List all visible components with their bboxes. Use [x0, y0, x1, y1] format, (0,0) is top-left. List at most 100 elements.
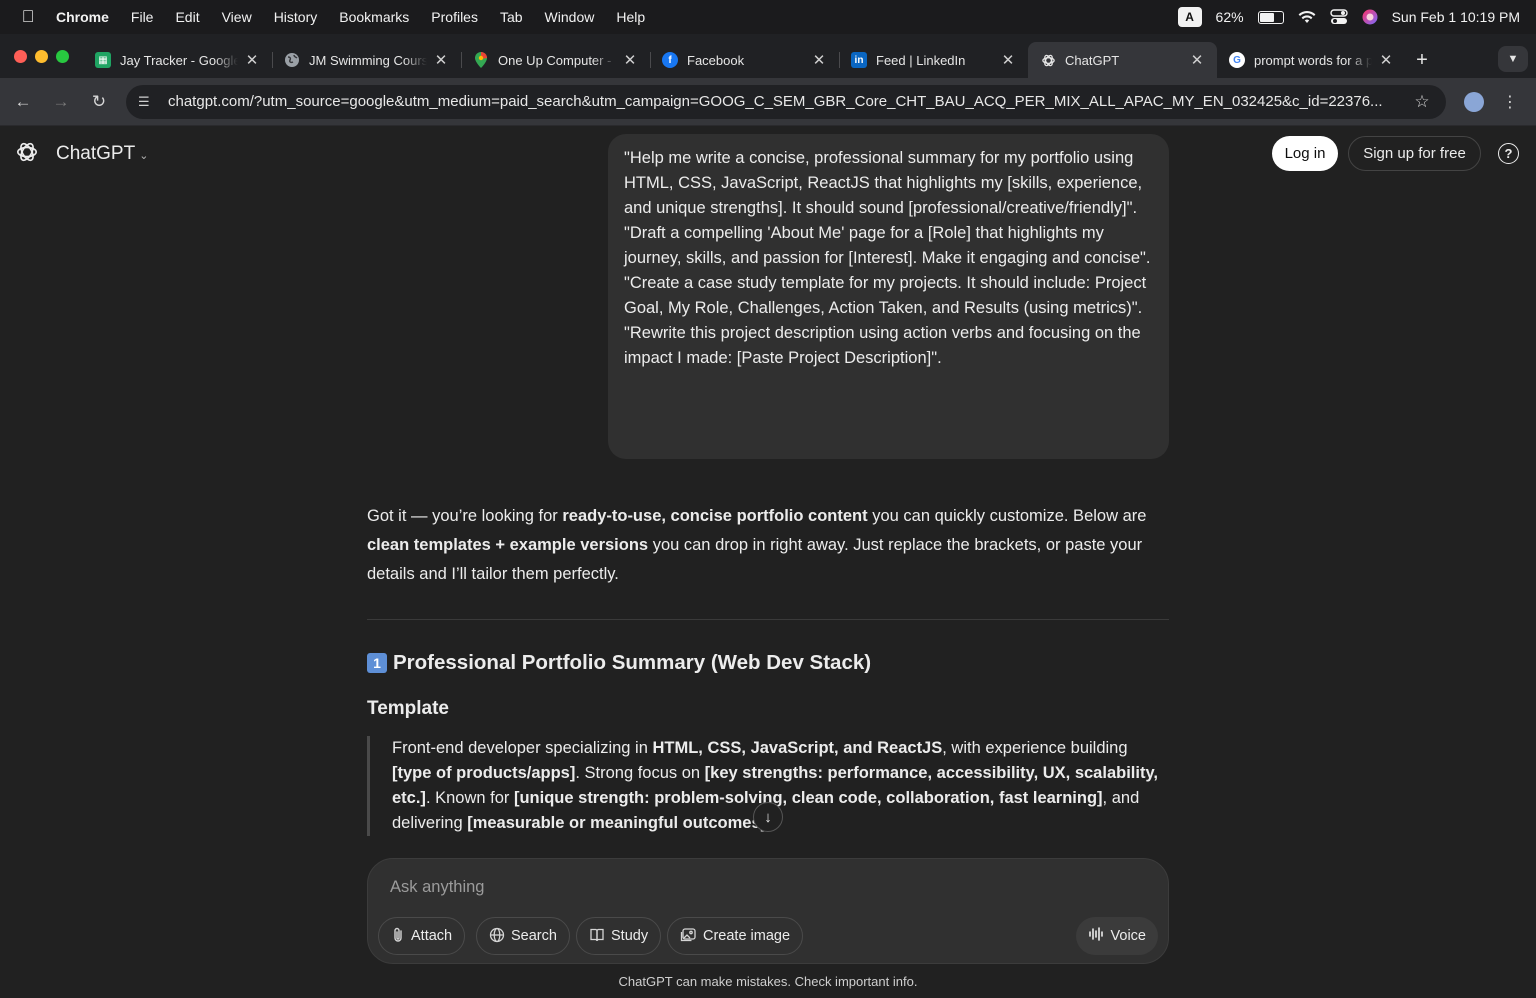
control-center-icon[interactable]: [1329, 9, 1348, 25]
menu-tab[interactable]: Tab: [489, 9, 534, 25]
battery-percent: 62%: [1215, 9, 1244, 25]
tab-title: Feed | LinkedIn: [876, 52, 966, 68]
tab-title: JM Swimming Courses: [309, 52, 427, 68]
book-icon: [589, 927, 605, 946]
new-tab-button[interactable]: +: [1406, 42, 1438, 78]
close-window-button[interactable]: [14, 49, 27, 63]
wifi-icon[interactable]: [1298, 10, 1316, 24]
reply-bold-text: ready-to-use, concise portfolio content: [562, 507, 868, 525]
user-message-bubble: "Help me write a concise, professional s…: [608, 134, 1169, 459]
quote-text: , with experience building: [942, 739, 1128, 757]
voice-button[interactable]: Voice: [1075, 917, 1158, 955]
apple-menu-icon[interactable]: : [0, 7, 56, 27]
zoom-window-button[interactable]: [56, 49, 69, 63]
close-tab-icon[interactable]: ✕: [811, 51, 827, 69]
close-tab-icon[interactable]: ✕: [622, 51, 638, 69]
url-text[interactable]: chatgpt.com/?utm_source=google&utm_mediu…: [168, 93, 1410, 110]
openai-icon: [1040, 52, 1056, 68]
tab-jm-swimming[interactable]: JM Swimming Courses ✕: [272, 42, 461, 78]
globe-icon: [284, 52, 300, 68]
close-tab-icon[interactable]: ✕: [1189, 51, 1205, 69]
battery-level: [1259, 12, 1275, 22]
signup-button[interactable]: Sign up for free: [1348, 136, 1481, 171]
attach-button[interactable]: Attach: [378, 917, 466, 955]
address-bar[interactable]: ☰ chatgpt.com/?utm_source=google&utm_med…: [126, 84, 1446, 119]
minimize-window-button[interactable]: [35, 49, 48, 63]
quote-bold-text: [unique strength: problem-solving, clean…: [513, 789, 1103, 807]
siri-icon[interactable]: [1362, 9, 1378, 25]
linkedin-icon: in: [851, 52, 867, 68]
chevron-down-icon: ⌄: [139, 150, 149, 162]
section-divider: [367, 619, 1169, 620]
tab-chatgpt[interactable]: ChatGPT ✕: [1028, 42, 1217, 78]
voice-label: Voice: [1110, 928, 1146, 944]
google-icon: G: [1229, 52, 1245, 68]
model-selector[interactable]: ChatGPT ⌄: [56, 143, 148, 165]
tab-facebook[interactable]: f Facebook ✕: [650, 42, 839, 78]
back-arrow-icon[interactable]: ←: [4, 92, 42, 112]
maps-pin-icon: [473, 52, 489, 68]
tab-search-chevron-icon[interactable]: ▼: [1498, 46, 1528, 72]
study-label: Study: [611, 928, 649, 944]
user-message-line: "Draft a compelling 'About Me' page for …: [624, 224, 1151, 267]
brand-name: ChatGPT: [56, 143, 136, 164]
tab-title: ChatGPT: [1065, 52, 1120, 68]
tab-title: prompt words for a portfolio: [1254, 52, 1372, 68]
tab-title: Facebook: [687, 52, 745, 68]
close-tab-icon[interactable]: ✕: [244, 51, 260, 69]
user-message-line: "Create a case study template for my pro…: [624, 274, 1147, 317]
app-menu-chrome[interactable]: Chrome: [56, 9, 120, 25]
forward-arrow-icon[interactable]: →: [42, 92, 80, 112]
menu-file[interactable]: File: [120, 9, 165, 25]
help-icon[interactable]: ?: [1498, 143, 1519, 164]
menu-help[interactable]: Help: [605, 9, 656, 25]
close-tab-icon[interactable]: ✕: [433, 51, 449, 69]
reload-icon[interactable]: ↻: [80, 92, 118, 112]
create-image-button[interactable]: Create image: [667, 917, 804, 955]
close-tab-icon[interactable]: ✕: [1000, 51, 1016, 69]
menu-bookmarks[interactable]: Bookmarks: [328, 9, 420, 25]
assistant-intro: Got it — you’re looking for ready-to-use…: [367, 502, 1169, 589]
login-button[interactable]: Log in: [1272, 136, 1338, 171]
browser-tab-strip: ▦ Jay Tracker - Google Sheets ✕ JM Swimm…: [0, 34, 1536, 78]
scroll-down-arrow-icon[interactable]: ↓: [753, 802, 783, 832]
battery-icon[interactable]: [1257, 10, 1284, 24]
menu-view[interactable]: View: [211, 9, 263, 25]
site-settings-icon[interactable]: ☰: [138, 94, 160, 110]
user-message-line: "Rewrite this project description using …: [624, 324, 1141, 367]
user-message-line: "Help me write a concise, professional s…: [624, 149, 1143, 217]
chrome-menu-icon[interactable]: ⋮: [1502, 92, 1518, 112]
tab-title: Jay Tracker - Google Sheets: [120, 52, 238, 68]
search-button[interactable]: Search: [476, 917, 570, 955]
sheets-icon: ▦: [95, 52, 111, 68]
menu-edit[interactable]: Edit: [164, 9, 210, 25]
quote-bold-text: [measurable or meaningful outcomes]: [467, 814, 767, 832]
create-image-label: Create image: [703, 928, 791, 944]
reply-bold-text: clean templates + example versions: [367, 536, 649, 554]
clock[interactable]: Sun Feb 1 10:19 PM: [1392, 9, 1520, 25]
message-composer[interactable]: Ask anything Attach Search Study Create …: [367, 858, 1169, 964]
tab-jay-tracker[interactable]: ▦ Jay Tracker - Google Sheets ✕: [83, 42, 272, 78]
menu-profiles[interactable]: Profiles: [420, 9, 489, 25]
keycap-number-icon: 1: [367, 653, 387, 673]
ask-input[interactable]: Ask anything: [390, 878, 484, 897]
waveform-icon: [1088, 927, 1104, 945]
menu-history[interactable]: History: [263, 9, 329, 25]
tab-prompt-words[interactable]: G prompt words for a portfolio ✕: [1217, 42, 1406, 78]
openai-logo-icon[interactable]: [16, 141, 38, 163]
close-tab-icon[interactable]: ✕: [1378, 51, 1394, 69]
search-label: Search: [511, 928, 557, 944]
attach-label: Attach: [411, 928, 453, 944]
facebook-icon: f: [662, 52, 678, 68]
menu-window[interactable]: Window: [534, 9, 606, 25]
study-button[interactable]: Study: [576, 917, 662, 955]
bookmark-star-icon[interactable]: ☆: [1410, 92, 1434, 112]
subheading: Template: [367, 698, 450, 719]
input-source-icon[interactable]: A: [1177, 7, 1202, 27]
reply-text: you can quickly customize. Below are: [867, 507, 1147, 525]
tab-linkedin[interactable]: in Feed | LinkedIn ✕: [839, 42, 1028, 78]
status-area: A 62% Sun Feb 1 10:19 PM: [1177, 7, 1536, 27]
profile-avatar[interactable]: [1464, 91, 1484, 112]
tab-one-up-computer[interactable]: One Up Computer - Google Maps ✕: [461, 42, 650, 78]
section-title: Professional Portfolio Summary (Web Dev …: [393, 651, 872, 674]
